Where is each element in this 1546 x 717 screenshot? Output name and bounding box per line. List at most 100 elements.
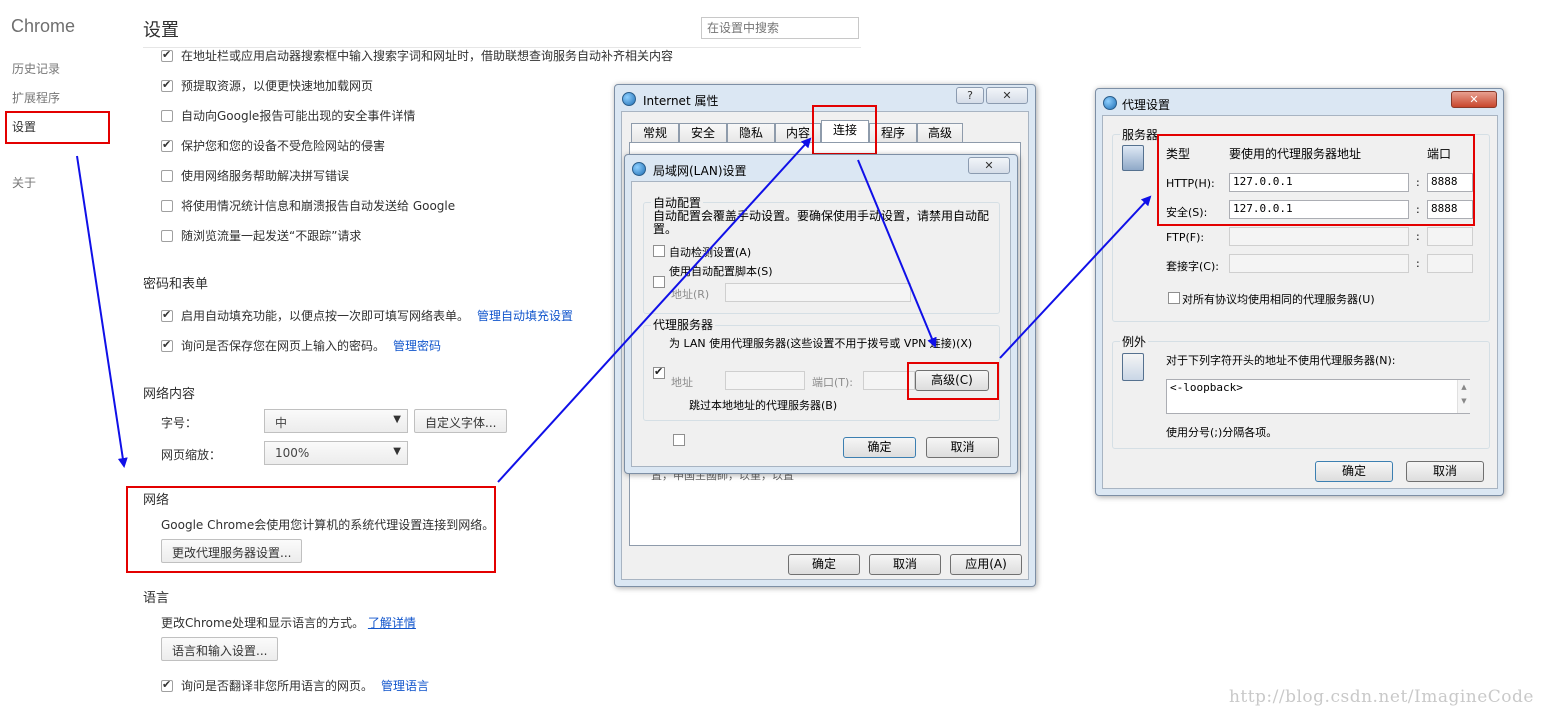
custom-fonts-button[interactable]: 自定义字体... [414,409,508,433]
learn-more-link[interactable]: 了解详情 [368,616,416,630]
internet-globe-icon [622,92,636,106]
manage-languages-link[interactable]: 管理语言 [381,677,429,694]
close-icon: ✕ [1469,93,1479,106]
help-button[interactable]: ? [956,87,984,104]
annotation-box-advanced [907,362,999,400]
font-size-label: 字号： [161,416,198,430]
auto-config-description: 自动配置会覆盖手动设置。要确保使用手动设置，请禁用自动配置。 [653,209,990,236]
language-description: 更改Chrome处理和显示语言的方式。 了解详情 [161,616,416,630]
close-button[interactable]: ✕ [968,157,1010,174]
save-password-option[interactable]: 询问是否保存您在网页上输入的密码。管理密码 [161,337,441,354]
sidebar-item-history[interactable]: 历史记录 [12,60,60,77]
server-icon [1122,145,1144,171]
exceptions-description: 对于下列字符开头的地址不使用代理服务器(N): [1166,354,1396,367]
ftp-address-input[interactable] [1229,227,1409,246]
auto-script-checkbox[interactable] [653,276,665,288]
bypass-local-label: 跳过本地地址的代理服务器(B) [689,399,838,412]
lan-settings-window: 局域网(LAN)设置 ✕ 自动配置 自动配置会覆盖手动设置。要确保使用手动设置，… [624,154,1018,474]
sidebar-item-about[interactable]: 关于 [12,174,36,191]
exceptions-hint: 使用分号(;)分隔各项。 [1166,426,1278,439]
same-proxy-label: 对所有协议均使用相同的代理服务器(U) [1182,293,1375,306]
socks-address-input[interactable] [1229,254,1409,273]
window-title: 局域网(LAN)设置 [653,164,747,178]
use-proxy-label: 为 LAN 使用代理服务器(这些设置不用于拨号或 VPN 连接)(X) [669,337,973,350]
checkbox[interactable] [161,678,173,692]
privacy-option-suggest[interactable]: 在地址栏或应用启动器搜索框中输入搜索字词和网址时，借助联想查询服务自动补齐相关内… [161,47,673,64]
annotation-box-proxy-servers [1157,134,1475,226]
socks-port-input[interactable] [1427,254,1473,273]
language-input-settings-button[interactable]: 语言和输入设置... [161,637,279,661]
translate-option[interactable]: 询问是否翻译非您所用语言的网页。管理语言 [161,677,429,694]
privacy-option-prefetch[interactable]: 预提取资源，以便更快速地加载网页 [161,77,373,94]
checkbox[interactable] [161,109,173,122]
close-button[interactable]: ✕ [1451,91,1497,108]
window-title: Internet 属性 [643,94,719,108]
autofill-option[interactable]: 启用自动填充功能，以便点按一次即可填写网络表单。管理自动填充设置 [161,307,573,324]
sidebar-item-extensions[interactable]: 扩展程序 [12,89,60,106]
tab-security[interactable]: 安全 [679,123,727,143]
dropdown-arrow-icon: ▼ [393,446,401,457]
cancel-button[interactable]: 取消 [1406,461,1484,482]
apply-button[interactable]: 应用(A) [950,554,1022,575]
cancel-button[interactable]: 取消 [869,554,941,575]
ok-button[interactable]: 确定 [1315,461,1393,482]
privacy-option-spelling[interactable]: 使用网络服务帮助解决拼写错误 [161,167,349,184]
auto-script-label: 使用自动配置脚本(S) [669,265,773,278]
proxy-port-label: 端口(T): [812,376,854,389]
exceptions-title: 例外 [1120,333,1149,350]
proxy-address-input[interactable] [725,371,805,390]
annotation-box-settings [5,111,110,144]
checkbox[interactable] [161,308,173,322]
tab-advanced[interactable]: 高级 [917,123,963,143]
proxy-address-label: 地址 [671,376,693,389]
zoom-select[interactable]: 100% ▼ [264,441,408,465]
watermark: http://blog.csdn.net/ImagineCode [1228,687,1534,707]
checkbox[interactable] [161,48,173,62]
exceptions-icon [1122,353,1144,381]
settings-search-input[interactable] [701,17,859,39]
exceptions-textarea[interactable]: <-loopback> [1166,379,1470,414]
checkbox[interactable] [161,229,173,242]
checkbox[interactable] [161,138,173,152]
font-size-select[interactable]: 中 ▼ [264,409,408,433]
scroll-up-icon[interactable]: ▲ [1461,383,1466,391]
auto-detect-checkbox[interactable] [653,245,665,257]
checkbox[interactable] [161,338,173,352]
privacy-option-do-not-track[interactable]: 随浏览流量一起发送“不跟踪”请求 [161,227,361,244]
separator: : [1416,257,1420,270]
close-icon: ✕ [1002,89,1012,102]
checkbox[interactable] [161,169,173,182]
servers-title: 服务器 [1120,126,1161,143]
zoom-label: 网页缩放： [161,448,222,462]
tab-privacy[interactable]: 隐私 [727,123,775,143]
manage-autofill-link[interactable]: 管理自动填充设置 [477,307,573,324]
ftp-port-input[interactable] [1427,227,1473,246]
checkbox[interactable] [161,78,173,92]
manage-passwords-link[interactable]: 管理密码 [393,337,441,354]
same-proxy-checkbox[interactable] [1168,292,1180,304]
lan-globe-icon [632,162,646,176]
tab-general[interactable]: 常规 [631,123,679,143]
privacy-option-safe-browsing[interactable]: 保护您和您的设备不受危险网站的侵害 [161,137,385,154]
script-address-label: 地址(R) [671,288,710,301]
window-title: 代理设置 [1122,98,1171,112]
section-title-passwords: 密码和表单 [143,277,209,292]
privacy-option-report[interactable]: 自动向Google报告可能出现的安全事件详情 [161,107,415,124]
privacy-option-usage-stats[interactable]: 将使用情况统计信息和崩溃报告自动发送给 Google [161,197,455,214]
page-title: 设置 [143,20,179,41]
script-address-input[interactable] [725,283,911,302]
arrow-settings-to-network [76,155,128,468]
dropdown-arrow-icon: ▼ [393,414,401,425]
use-proxy-checkbox[interactable] [653,365,665,379]
ok-button[interactable]: 确定 [843,437,916,458]
close-button[interactable]: ✕ [986,87,1028,104]
cancel-button[interactable]: 取消 [926,437,999,458]
section-title-web-content: 网络内容 [143,387,196,402]
exceptions-scrollbar[interactable]: ▲ ▼ [1457,380,1470,413]
close-icon: ✕ [984,159,994,172]
bypass-local-checkbox[interactable] [673,434,685,446]
checkbox[interactable] [161,199,173,212]
ok-button[interactable]: 确定 [788,554,860,575]
chrome-brand: Chrome [11,16,76,36]
scroll-down-icon[interactable]: ▼ [1461,397,1466,405]
